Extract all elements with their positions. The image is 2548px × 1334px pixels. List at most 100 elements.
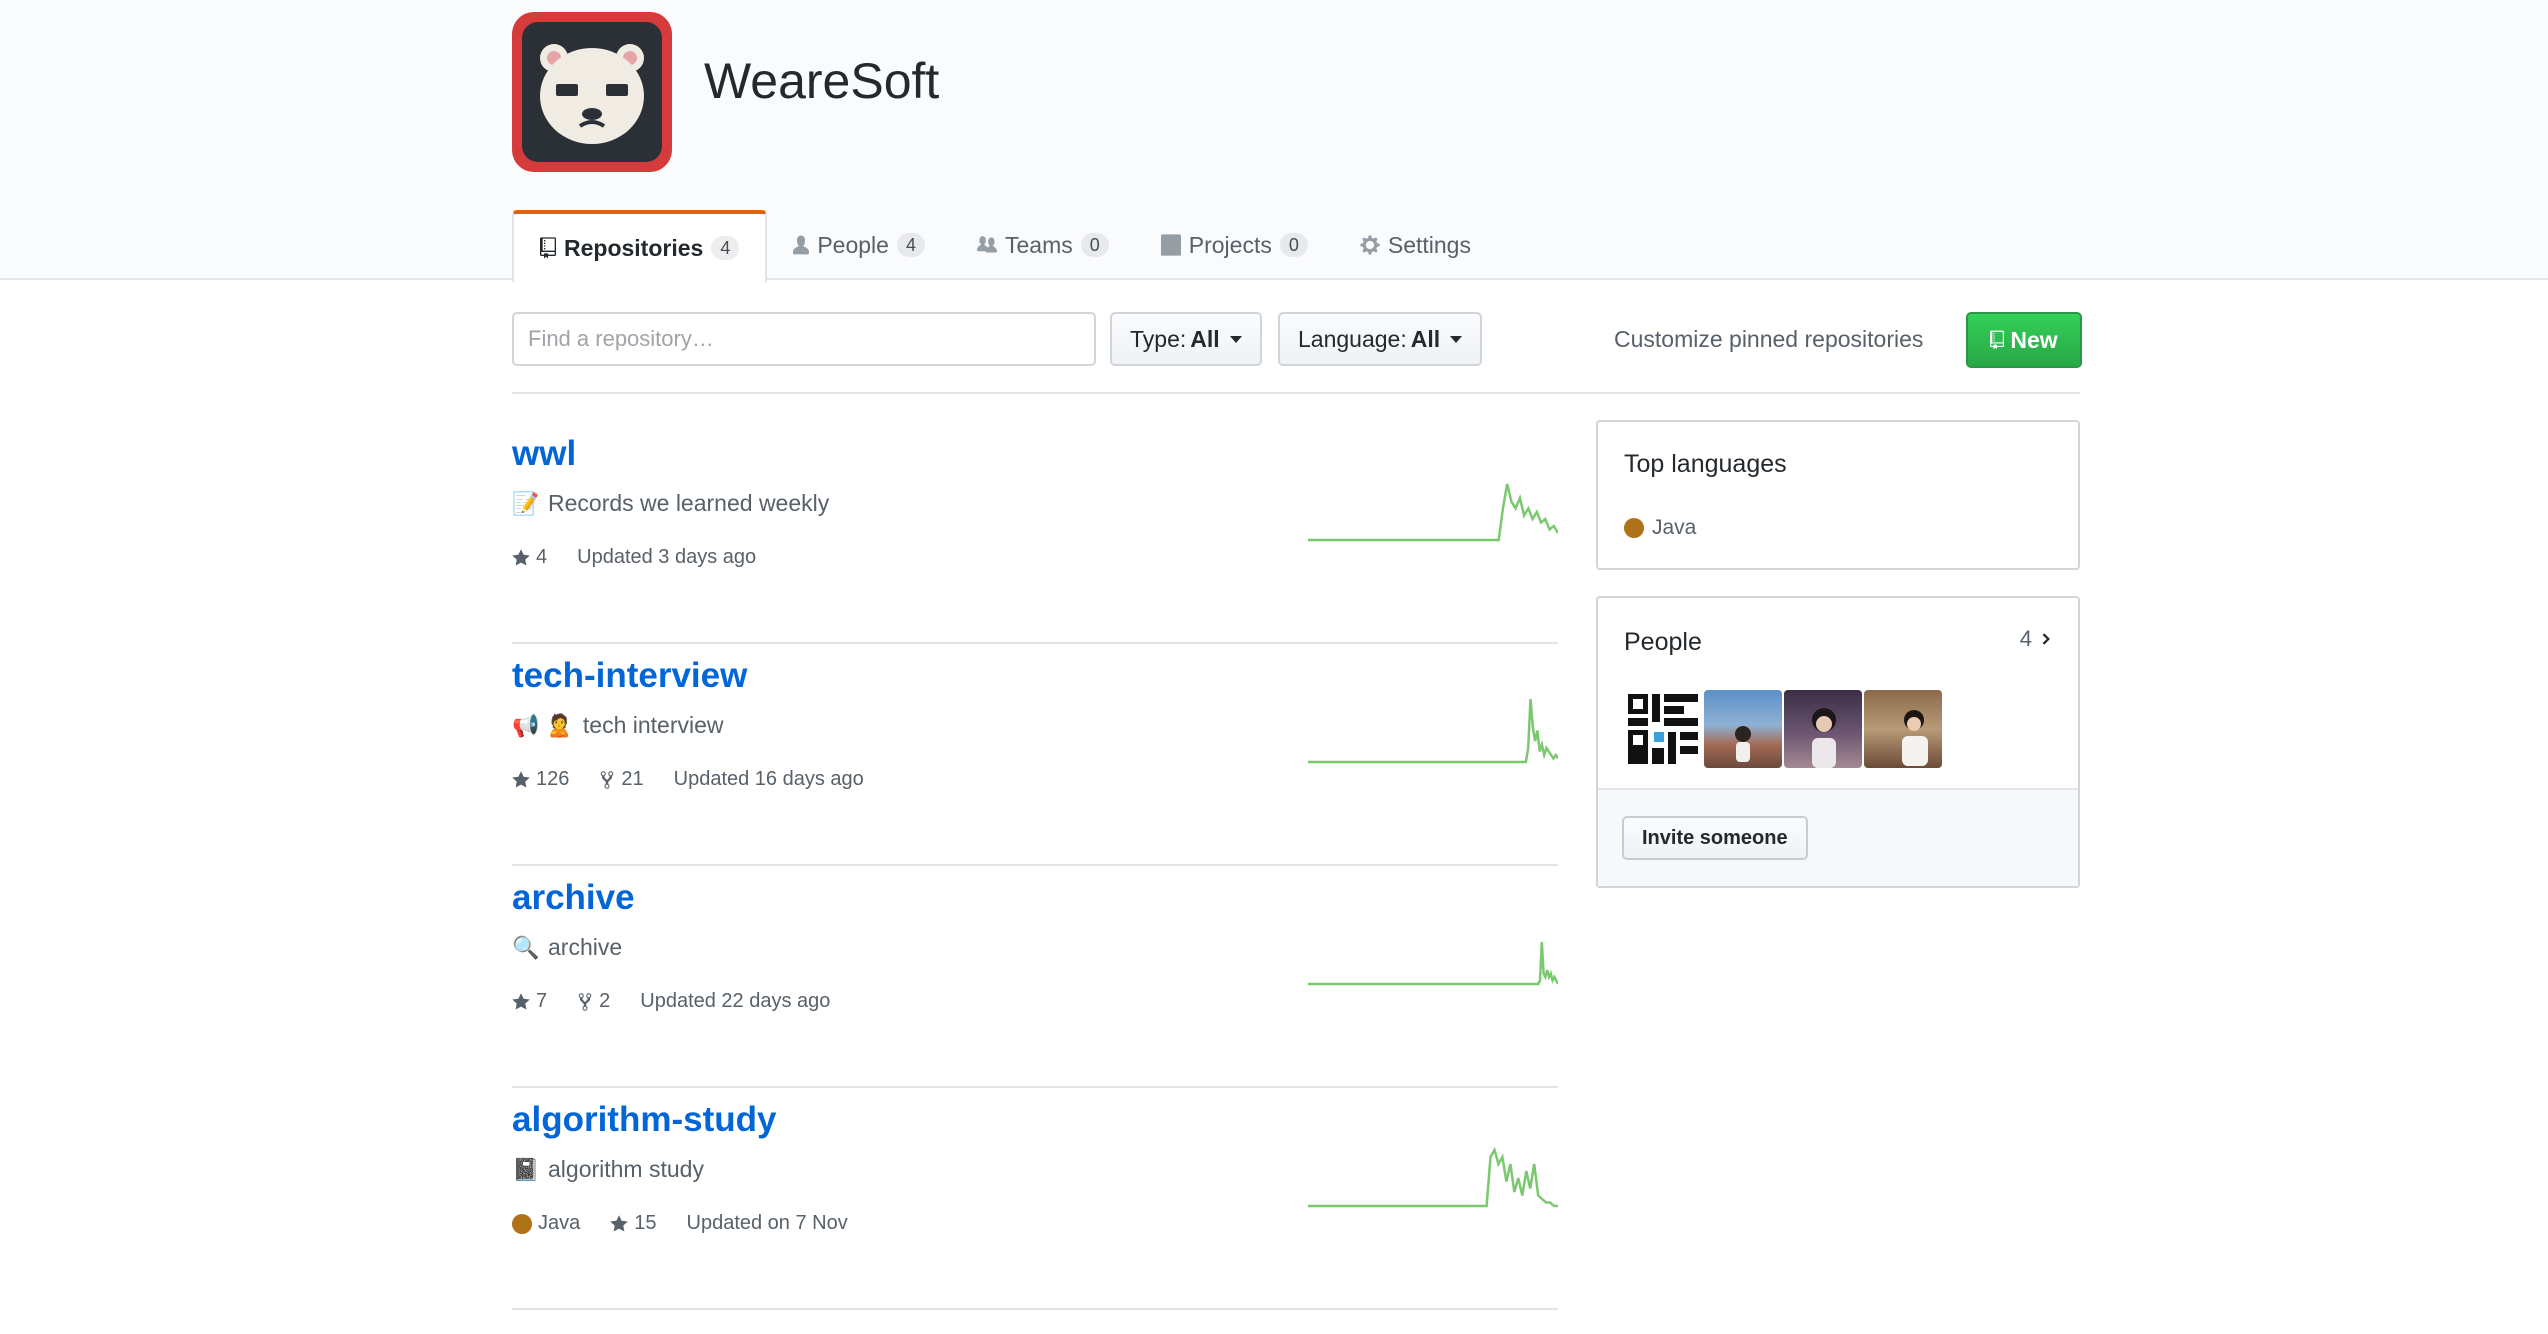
repo-description: 📢 🙎 tech interview — [512, 712, 724, 739]
repo-updated: Updated 16 days ago — [673, 768, 864, 790]
org-tabs: Repositories 4 People 4 Teams 0 Projects… — [512, 210, 1497, 282]
repo-description-text: algorithm study — [548, 1156, 704, 1182]
tab-repositories[interactable]: Repositories 4 — [512, 210, 768, 282]
repo-description-text: tech interview — [582, 712, 724, 738]
tab-settings-label: Settings — [1387, 231, 1471, 258]
sparkline-series — [1308, 698, 1558, 764]
repo-name-link[interactable]: archive — [512, 878, 635, 918]
activity-sparkline — [1308, 1146, 1558, 1208]
tab-people-count: 4 — [896, 233, 925, 257]
repo-forks[interactable]: 21 — [599, 768, 644, 791]
repo-stars-count: 126 — [536, 768, 570, 790]
repo-meta: 4 Updated 3 days ago — [512, 546, 756, 569]
fork-icon — [601, 770, 614, 789]
repo-stars[interactable]: 4 — [512, 546, 547, 569]
language-filter-value: All — [1410, 325, 1441, 352]
caret-down-icon — [1229, 335, 1242, 343]
repo-stars[interactable]: 15 — [610, 1212, 657, 1235]
fork-icon — [578, 992, 592, 1011]
sparkline-series — [1308, 941, 1558, 986]
tab-projects-count: 0 — [1279, 233, 1308, 257]
repo-updated: Updated on 7 Nov — [686, 1212, 848, 1234]
person-icon — [793, 235, 810, 255]
new-button-label: New — [2010, 326, 2058, 353]
language-name: Java — [1652, 516, 1697, 539]
memo-emoji-icon: 📝 — [512, 490, 540, 516]
type-filter-value: All — [1190, 325, 1220, 352]
repo-stars[interactable]: 7 — [512, 990, 547, 1013]
divider — [512, 392, 2080, 394]
gear-icon — [1360, 235, 1380, 255]
repo-description: 📝 Records we learned weekly — [512, 490, 829, 517]
tab-teams-label: Teams — [1004, 231, 1073, 258]
repo-icon — [540, 237, 556, 259]
repo-list-item: tech-interview 📢 🙎 tech interview 126 21… — [512, 642, 1558, 866]
new-repo-button[interactable]: New — [1966, 312, 2082, 368]
member-avatar[interactable] — [1864, 690, 1942, 768]
star-icon — [512, 992, 530, 1009]
language-filter-select[interactable]: Language: All — [1278, 312, 1483, 366]
repo-icon — [1990, 330, 2005, 350]
repo-forks[interactable]: 2 — [577, 990, 610, 1013]
repo-updated: Updated 3 days ago — [577, 546, 757, 568]
tab-projects[interactable]: Projects 0 — [1135, 210, 1334, 280]
repo-description-text: archive — [548, 934, 623, 960]
repo-stars[interactable]: 126 — [512, 768, 569, 791]
type-filter-select[interactable]: Type: All — [1110, 312, 1262, 366]
people-box-footer: Invite someone — [1598, 788, 2078, 886]
tab-repositories-count: 4 — [711, 236, 740, 260]
repo-list-item: wwl 📝 Records we learned weekly 4 Update… — [512, 420, 1558, 644]
person-photo-icon — [1812, 708, 1836, 768]
repo-stars-count: 4 — [536, 546, 548, 568]
activity-sparkline — [1308, 941, 1558, 986]
java-language-dot — [512, 1213, 532, 1234]
repo-name-link[interactable]: algorithm-study — [512, 1100, 776, 1140]
top-languages-title: Top languages — [1624, 450, 1787, 478]
repo-search-input[interactable] — [512, 312, 1096, 366]
person-photo-icon — [1735, 726, 1751, 762]
chevron-right-icon — [2042, 633, 2050, 645]
repo-list-item: algorithm-study 📓 algorithm study Java 1… — [512, 1086, 1558, 1310]
notebook-emoji-icon: 📓 — [512, 1156, 540, 1182]
java-language-dot — [1624, 518, 1644, 538]
qr-code-avatar-icon — [1628, 694, 1698, 764]
repo-list-item: archive 🔍 archive 7 2 Updated 22 days ag… — [512, 864, 1558, 1088]
caret-down-icon — [1450, 335, 1463, 343]
type-filter-label: Type: — [1130, 325, 1187, 352]
repo-description: 🔍 archive — [512, 934, 622, 961]
sparkline-series — [1308, 483, 1558, 542]
member-avatar[interactable] — [1624, 690, 1702, 768]
repo-forks-count: 2 — [599, 990, 611, 1012]
tab-repositories-label: Repositories — [564, 234, 704, 261]
tab-projects-label: Projects — [1188, 231, 1272, 258]
org-name: WeareSoft — [704, 53, 940, 109]
top-languages-box: Top languages Java — [1596, 420, 2080, 570]
tab-teams[interactable]: Teams 0 — [951, 210, 1135, 280]
member-avatar[interactable] — [1704, 690, 1782, 768]
magnifier-emoji-icon: 🔍 — [512, 934, 540, 960]
customize-pinned-link[interactable]: Customize pinned repositories — [1614, 326, 1923, 353]
person-photo-icon — [1902, 710, 1928, 766]
activity-sparkline — [1308, 698, 1558, 764]
repo-name-link[interactable]: wwl — [512, 434, 576, 474]
repo-name-link[interactable]: tech-interview — [512, 656, 747, 696]
repo-meta: 7 2 Updated 22 days ago — [512, 990, 830, 1013]
loudspeaker-emoji-icon: 📢 🙎 — [512, 712, 573, 738]
repo-meta: Java 15 Updated on 7 Nov — [512, 1212, 848, 1235]
people-count-link[interactable]: 4 — [2020, 626, 2052, 652]
star-icon — [512, 548, 530, 565]
language-item[interactable]: Java — [1624, 516, 1696, 540]
star-icon — [610, 1214, 628, 1231]
repo-language-name: Java — [538, 1212, 581, 1234]
member-avatar[interactable] — [1784, 690, 1862, 768]
repo-forks-count: 21 — [621, 768, 644, 790]
tab-people[interactable]: People 4 — [767, 210, 951, 280]
repo-updated: Updated 22 days ago — [640, 990, 831, 1012]
repo-meta: 126 21 Updated 16 days ago — [512, 768, 864, 791]
invite-someone-button[interactable]: Invite someone — [1622, 816, 1808, 860]
star-icon — [512, 770, 530, 787]
people-box: People 4 Invite someone — [1596, 596, 2080, 888]
org-avatar[interactable] — [512, 12, 672, 172]
polar-bear-logo-icon — [522, 22, 662, 162]
tab-settings[interactable]: Settings — [1334, 210, 1497, 280]
